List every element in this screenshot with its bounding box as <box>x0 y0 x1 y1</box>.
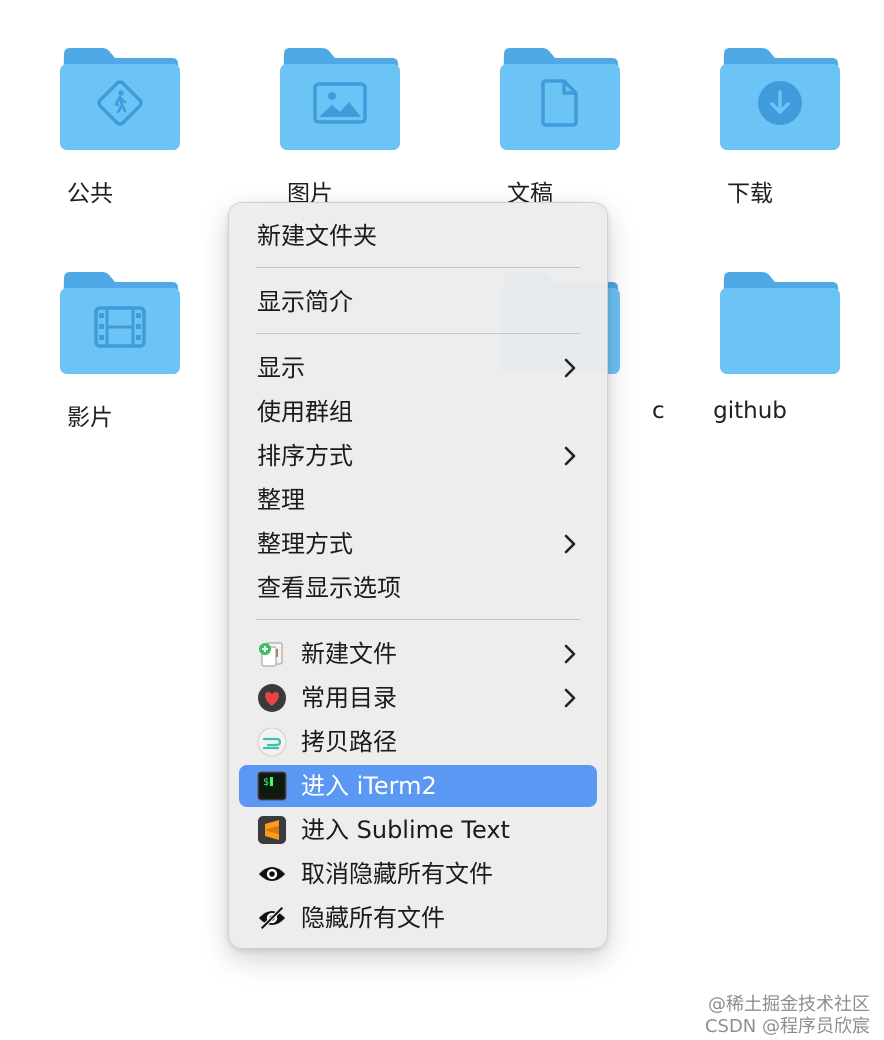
chevron-right-icon <box>564 446 576 466</box>
menu-item-open-iterm2[interactable]: $ 进入 iTerm2 <box>239 765 597 807</box>
watermark-line-2: CSDN @程序员欣宸 <box>704 1016 870 1037</box>
menu-item-label: 进入 iTerm2 <box>301 772 437 800</box>
eye-icon <box>257 859 287 889</box>
menu-item-label: 新建文件夹 <box>257 222 377 250</box>
menu-item-label: 进入 Sublime Text <box>301 816 510 844</box>
heart-icon <box>257 683 287 713</box>
menu-item-hide-all-files[interactable]: 隐藏所有文件 <box>239 897 597 939</box>
folder-movies[interactable]: 影片 <box>0 224 180 431</box>
menu-item-get-info[interactable]: 显示简介 <box>239 281 597 323</box>
menu-item-use-groups[interactable]: 使用群组 <box>239 391 597 433</box>
menu-item-new-folder[interactable]: 新建文件夹 <box>239 215 597 257</box>
folder-documents[interactable]: 文稿 <box>440 0 620 207</box>
menu-item-label: 使用群组 <box>257 398 353 426</box>
iterm2-icon: $ <box>257 771 287 801</box>
menu-item-label: 排序方式 <box>257 442 353 470</box>
chevron-right-icon <box>564 358 576 378</box>
copy-path-icon <box>257 727 287 757</box>
menu-item-open-sublime[interactable]: 进入 Sublime Text <box>239 809 597 851</box>
folder-downloads[interactable]: 下载 <box>660 0 840 207</box>
folder-label: 公共 <box>67 181 113 207</box>
menu-item-copy-path[interactable]: 拷贝路径 <box>239 721 597 763</box>
folder-label: 影片 <box>67 405 113 431</box>
menu-item-favorite-dirs[interactable]: 常用目录 <box>239 677 597 719</box>
download-icon <box>758 81 802 125</box>
document-icon <box>541 79 578 127</box>
photo-icon <box>313 82 367 124</box>
chevron-right-icon <box>564 688 576 708</box>
sublime-text-icon <box>257 815 287 845</box>
public-walker-icon <box>97 80 143 126</box>
menu-separator <box>256 267 580 268</box>
folder-public[interactable]: 公共 <box>0 0 180 207</box>
menu-separator <box>256 619 580 620</box>
menu-item-label: 整理 <box>257 486 305 514</box>
folder-label: 下载 <box>727 181 773 207</box>
folder-github[interactable]: github <box>660 224 840 424</box>
menu-item-label: 整理方式 <box>257 530 353 558</box>
menu-item-show[interactable]: 显示 <box>239 347 597 389</box>
menu-item-show-hidden-files[interactable]: 取消隐藏所有文件 <box>239 853 597 895</box>
menu-item-label: 常用目录 <box>301 684 397 712</box>
menu-item-clean-up-by[interactable]: 整理方式 <box>239 523 597 565</box>
folder-icon <box>720 272 840 374</box>
menu-item-label: 显示简介 <box>257 288 353 316</box>
menu-separator <box>256 333 580 334</box>
chevron-right-icon <box>564 534 576 554</box>
film-icon <box>94 306 146 348</box>
menu-item-label: 查看显示选项 <box>257 574 401 602</box>
menu-item-clean-up[interactable]: 整理 <box>239 479 597 521</box>
chevron-right-icon <box>564 644 576 664</box>
folder-pictures[interactable]: 图片 <box>220 0 400 207</box>
folder-label: github <box>713 398 787 424</box>
menu-item-label: 隐藏所有文件 <box>301 904 445 932</box>
menu-item-view-options[interactable]: 查看显示选项 <box>239 567 597 609</box>
menu-item-label: 拷贝路径 <box>301 728 397 756</box>
eye-slash-icon <box>257 903 287 933</box>
new-file-icon <box>257 639 287 669</box>
menu-item-label: 取消隐藏所有文件 <box>301 860 493 888</box>
menu-item-label: 新建文件 <box>301 640 397 668</box>
menu-item-new-file[interactable]: 新建文件 <box>239 633 597 675</box>
menu-item-sort-by[interactable]: 排序方式 <box>239 435 597 477</box>
svg-text:$: $ <box>263 777 269 788</box>
context-menu: 新建文件夹 显示简介 显示 使用群组 排序方式 整理 整理方式 查看显示选项 新… <box>228 202 608 949</box>
menu-item-label: 显示 <box>257 354 305 382</box>
